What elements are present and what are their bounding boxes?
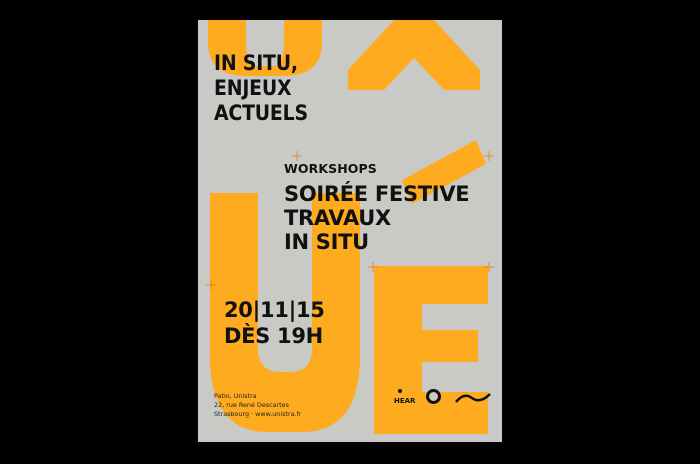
- program-line: TRAVAUX: [284, 206, 391, 230]
- hear-logo: HEAR: [394, 397, 416, 405]
- hear-logo-dot: [398, 389, 402, 393]
- partner-logos: HEAR: [394, 389, 498, 429]
- address-line: Strasbourg · www.unistra.fr: [214, 410, 302, 418]
- circle-logo-icon: [426, 389, 441, 404]
- caret-shape: [348, 20, 480, 90]
- workshops-label: WORKSHOPS: [284, 161, 377, 176]
- time-line: DÈS 19H: [224, 324, 323, 348]
- address-line: Patio, Unistra: [214, 392, 257, 400]
- title-line: ENJEUX: [214, 76, 292, 100]
- poster: IN SITU, ENJEUX ACTUELS WORKSHOPS SOIRÉE…: [198, 20, 502, 442]
- event-date: 20|11|15 DÈS 19H: [224, 297, 325, 349]
- program-line: IN SITU: [284, 230, 369, 254]
- title-line: ACTUELS: [214, 101, 308, 125]
- address-line: 22, rue René Descartes: [214, 401, 289, 409]
- arc-logo-icon: [455, 393, 491, 403]
- title-line: IN SITU,: [214, 51, 298, 75]
- poster-title: IN SITU, ENJEUX ACTUELS: [214, 51, 364, 126]
- address-block: Patio, Unistra 22, rue René Descartes St…: [214, 392, 301, 419]
- program-list: SOIRÉE FESTIVE TRAVAUX IN SITU: [284, 182, 470, 254]
- date-line: 20|11|15: [224, 298, 325, 322]
- program-line: SOIRÉE FESTIVE: [284, 182, 470, 206]
